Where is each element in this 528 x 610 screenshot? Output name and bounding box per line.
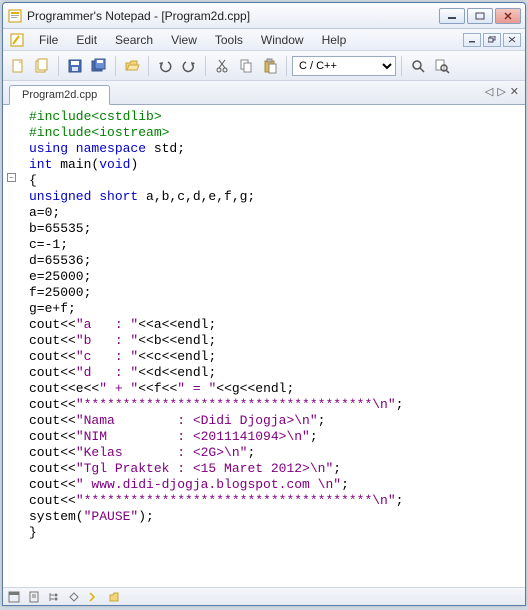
menu-help[interactable]: Help xyxy=(314,31,355,49)
find-button[interactable] xyxy=(407,55,429,77)
app-window: Programmer's Notepad - [Program2d.cpp] F… xyxy=(2,2,526,606)
browse-icon[interactable] xyxy=(107,590,121,604)
new-file-button[interactable] xyxy=(7,55,29,77)
fold-toggle-icon[interactable]: − xyxy=(7,173,16,182)
ctags-icon[interactable] xyxy=(67,590,81,604)
tab-prev-button[interactable]: ◁ xyxy=(485,85,493,98)
tab-next-button[interactable]: ▷ xyxy=(497,85,505,98)
menu-edit[interactable]: Edit xyxy=(68,31,105,49)
separator xyxy=(115,56,116,76)
menu-view[interactable]: View xyxy=(163,31,205,49)
tab-close-button[interactable]: ✕ xyxy=(510,85,519,98)
statusbar xyxy=(3,587,525,605)
mdi-close-button[interactable] xyxy=(503,33,521,47)
output-pane-icon[interactable] xyxy=(7,590,21,604)
find-in-files-button[interactable] xyxy=(431,55,453,77)
copy-button[interactable] xyxy=(235,55,257,77)
maximize-button[interactable] xyxy=(467,8,493,24)
separator xyxy=(148,56,149,76)
app-icon xyxy=(7,8,23,24)
tabbar: Program2d.cpp ◁ ▷ ✕ xyxy=(3,81,525,105)
save-button[interactable] xyxy=(64,55,86,77)
separator xyxy=(401,56,402,76)
pn-icon xyxy=(9,32,25,48)
separator xyxy=(286,56,287,76)
text-clips-icon[interactable] xyxy=(27,590,41,604)
paste-button[interactable] xyxy=(259,55,281,77)
redo-button[interactable] xyxy=(178,55,200,77)
menu-tools[interactable]: Tools xyxy=(207,31,251,49)
menubar: File Edit Search View Tools Window Help xyxy=(3,29,525,51)
cut-button[interactable] xyxy=(211,55,233,77)
toolbar: C / C++ xyxy=(3,51,525,81)
projects-icon[interactable] xyxy=(47,590,61,604)
scripts-icon[interactable] xyxy=(87,590,101,604)
editor: − #include<cstdlib> #include<iostream> u… xyxy=(3,105,525,587)
undo-button[interactable] xyxy=(154,55,176,77)
menu-window[interactable]: Window xyxy=(253,31,312,49)
tab-active[interactable]: Program2d.cpp xyxy=(9,85,110,105)
code-area[interactable]: #include<cstdlib> #include<iostream> usi… xyxy=(23,105,525,587)
separator xyxy=(205,56,206,76)
close-button[interactable] xyxy=(495,8,521,24)
menu-file[interactable]: File xyxy=(31,31,66,49)
titlebar: Programmer's Notepad - [Program2d.cpp] xyxy=(3,3,525,29)
new-project-button[interactable] xyxy=(31,55,53,77)
minimize-button[interactable] xyxy=(439,8,465,24)
separator xyxy=(58,56,59,76)
save-all-button[interactable] xyxy=(88,55,110,77)
scheme-select[interactable]: C / C++ xyxy=(292,56,396,76)
fold-gutter[interactable]: − xyxy=(3,105,23,587)
mdi-restore-button[interactable] xyxy=(483,33,501,47)
open-button[interactable] xyxy=(121,55,143,77)
menu-search[interactable]: Search xyxy=(107,31,161,49)
window-title: Programmer's Notepad - [Program2d.cpp] xyxy=(27,9,439,23)
mdi-minimize-button[interactable] xyxy=(463,33,481,47)
